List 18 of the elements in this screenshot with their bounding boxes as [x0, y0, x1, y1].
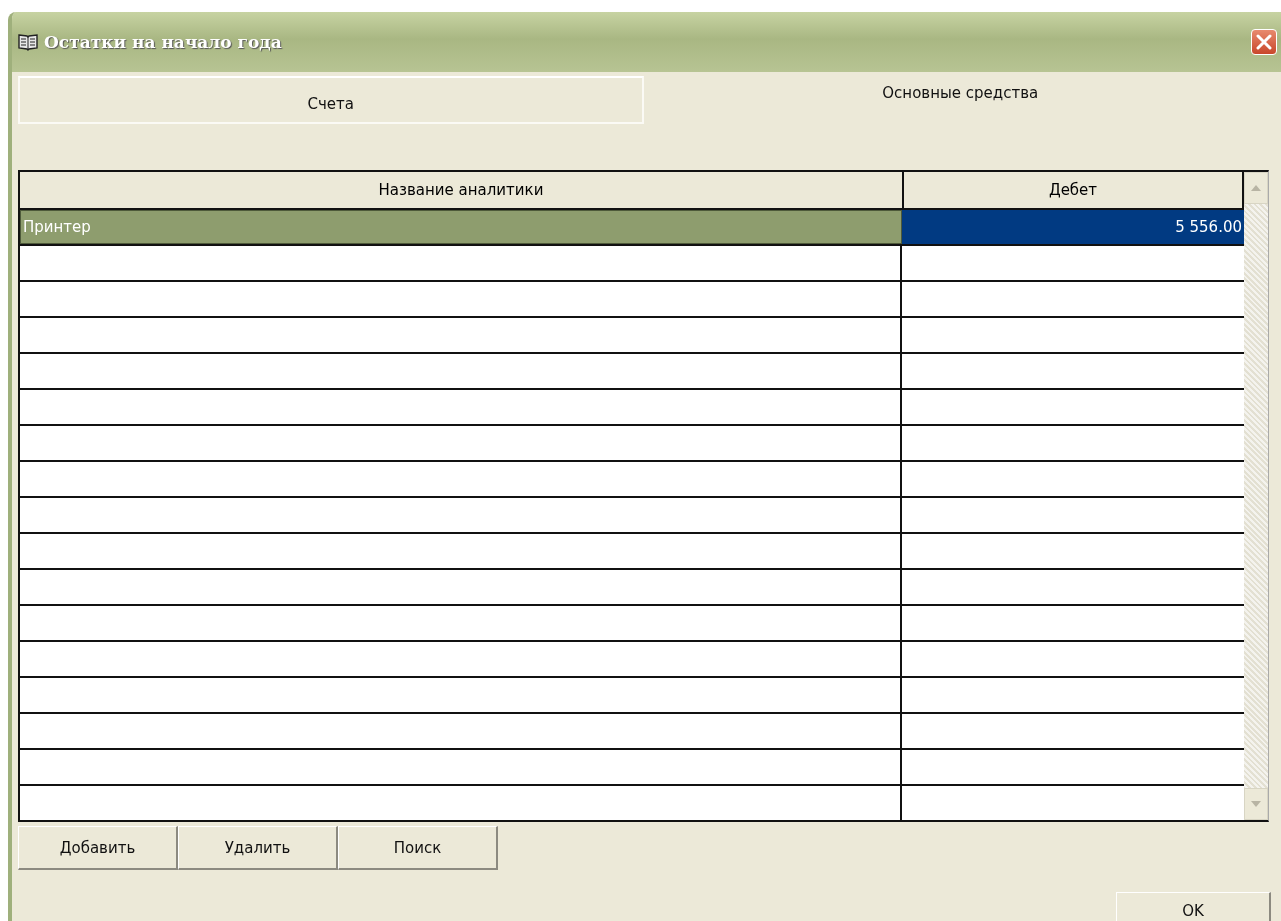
- action-button[interactable]: Удалить: [178, 826, 338, 870]
- book-icon: [18, 33, 38, 51]
- action-button[interactable]: Поиск: [338, 826, 498, 870]
- scroll-down-button[interactable]: [1244, 788, 1268, 820]
- tab[interactable]: Счета: [18, 76, 644, 124]
- down-arrow-icon: [1251, 801, 1261, 807]
- tab[interactable]: Основные средства: [649, 76, 1271, 124]
- table-cell: 5 556.00: [902, 210, 1244, 244]
- window-title: Остатки на начало года: [44, 32, 282, 52]
- table-row[interactable]: Принтер 5 556.00: [20, 210, 1244, 246]
- ok-button[interactable]: OK: [1116, 892, 1271, 921]
- scroll-up-button[interactable]: [1244, 172, 1268, 204]
- scrollbar[interactable]: [1244, 172, 1268, 820]
- close-button[interactable]: [1251, 29, 1277, 55]
- up-arrow-icon: [1251, 185, 1261, 191]
- column-header: Название аналитики: [20, 172, 904, 208]
- table-cell: Принтер: [20, 210, 902, 244]
- action-button[interactable]: Добавить: [18, 826, 178, 870]
